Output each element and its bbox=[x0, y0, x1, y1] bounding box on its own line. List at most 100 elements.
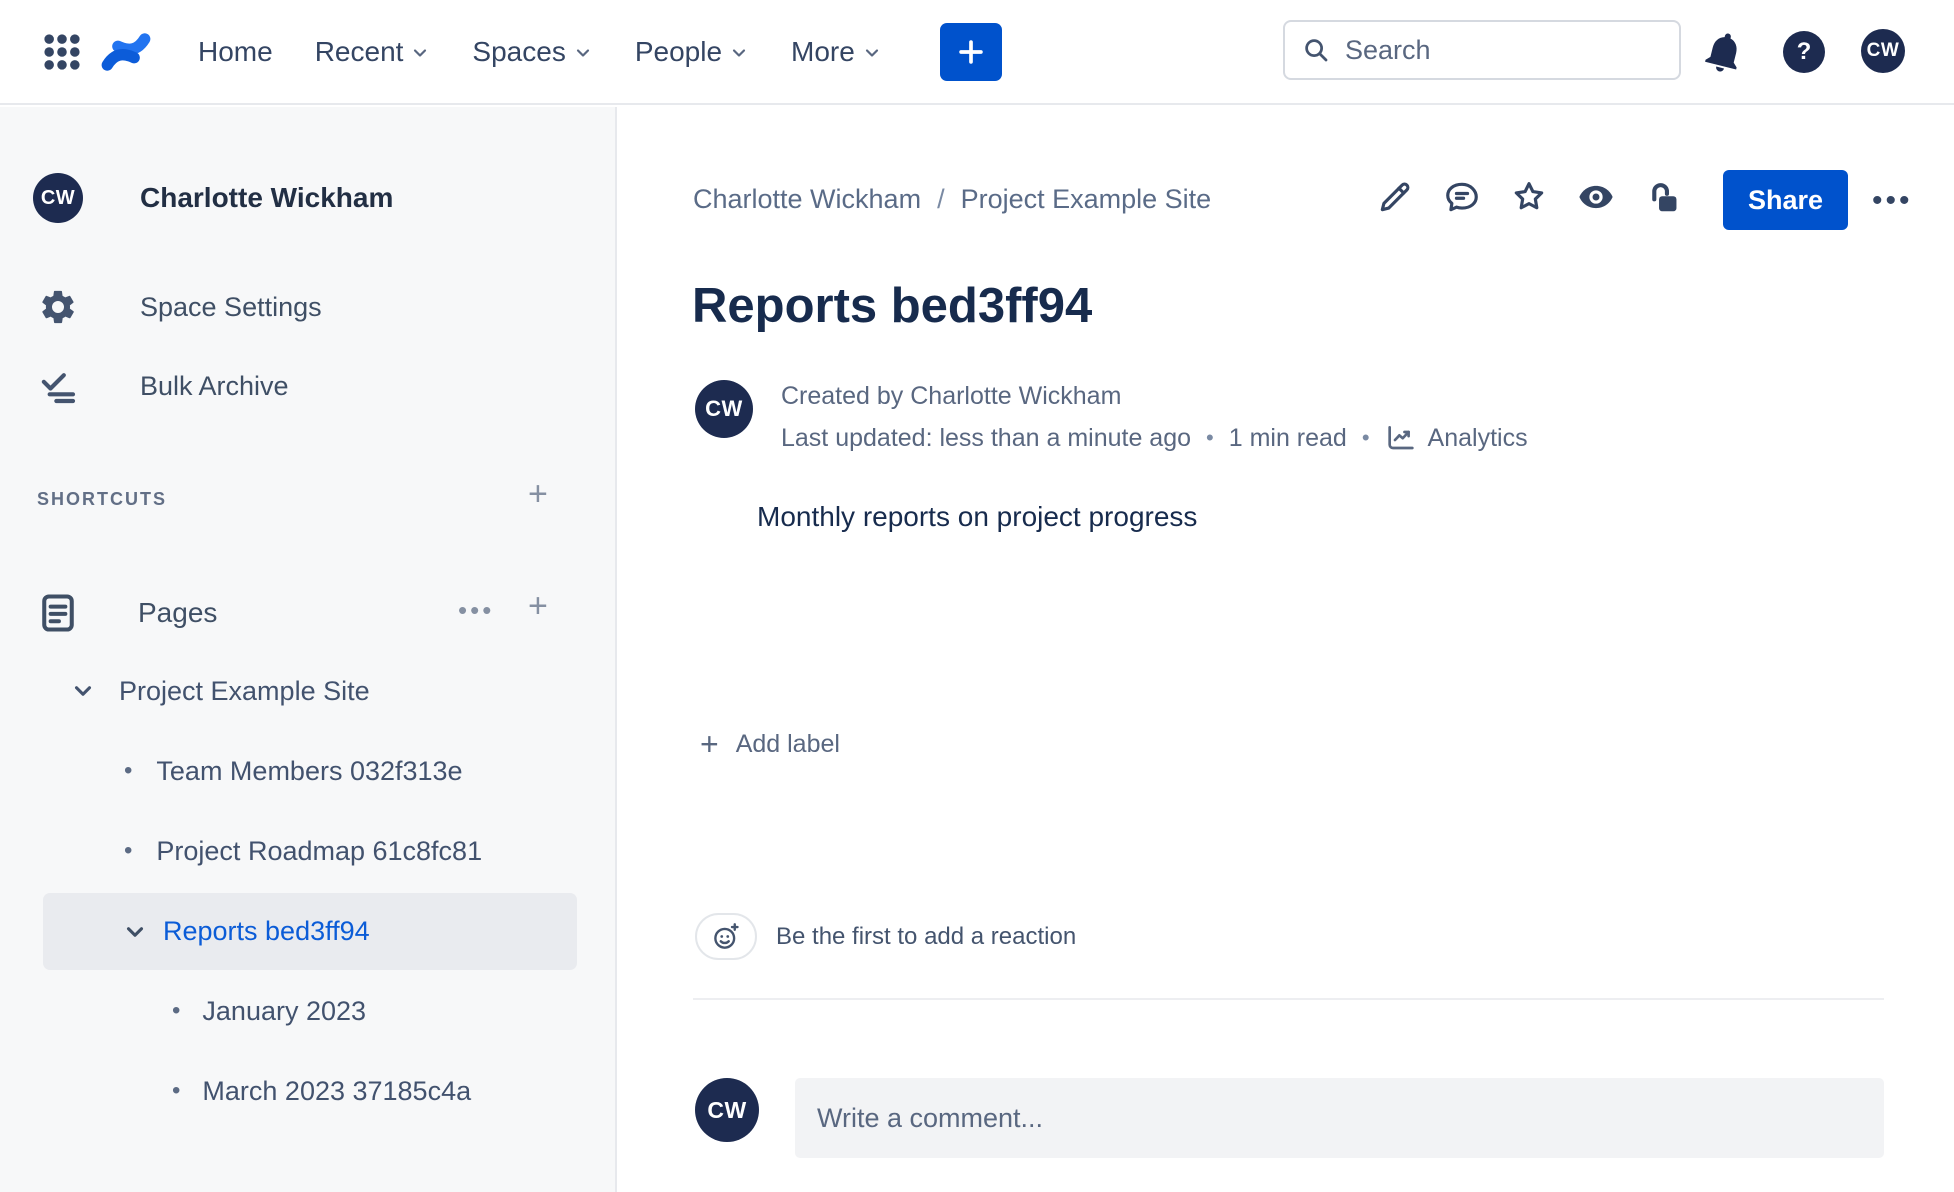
breadcrumb-separator: / bbox=[937, 184, 945, 214]
shortcuts-header-label: SHORTCUTS bbox=[37, 488, 167, 509]
space-settings-label: Space Settings bbox=[140, 291, 322, 322]
star-favorite-icon[interactable] bbox=[1510, 178, 1548, 216]
bullet-marker: • bbox=[172, 997, 181, 1024]
breadcrumb-space-link[interactable]: Charlotte Wickham bbox=[693, 184, 921, 215]
tree-item-project-example-site[interactable]: Project Example Site bbox=[0, 651, 617, 731]
nav-recent-label: Recent bbox=[314, 35, 404, 67]
chevron-down-icon bbox=[732, 49, 746, 57]
created-by-text[interactable]: Created by Charlotte Wickham bbox=[781, 382, 1528, 411]
byline-meta-row: Last updated: less than a minute ago • 1… bbox=[781, 422, 1528, 454]
commenter-avatar: CW bbox=[695, 1078, 759, 1142]
nav-people-label: People bbox=[634, 35, 723, 67]
read-time-text: 1 min read bbox=[1228, 423, 1347, 452]
breadcrumb-parent-link[interactable]: Project Example Site bbox=[961, 184, 1212, 215]
top-navigation-bar: Home Recent Spaces People More Search ? … bbox=[0, 0, 1954, 105]
app-switcher-button[interactable] bbox=[38, 28, 86, 76]
reactions-row: Be the first to add a reaction bbox=[695, 913, 1076, 960]
add-page-button[interactable]: + bbox=[528, 589, 548, 623]
tree-item-label: Project Example Site bbox=[119, 675, 370, 706]
byline-separator: • bbox=[1206, 425, 1214, 450]
gear-icon bbox=[42, 290, 74, 324]
space-name: Charlotte Wickham bbox=[140, 182, 394, 213]
comments-divider bbox=[693, 998, 1884, 1000]
nav-more[interactable]: More bbox=[791, 36, 882, 68]
help-button[interactable]: ? bbox=[1783, 31, 1825, 73]
chevron-down-icon bbox=[126, 926, 144, 937]
comment-placeholder: Write a comment... bbox=[817, 1102, 1044, 1133]
comment-bubble-icon[interactable] bbox=[1443, 178, 1481, 216]
space-sidebar: CW Charlotte Wickham Space Settings Bulk… bbox=[0, 107, 617, 1192]
tree-item-reports-selected[interactable]: Reports bed3ff94 bbox=[43, 893, 577, 970]
nav-more-label: More bbox=[791, 35, 855, 67]
sidebar-item-bulk-archive[interactable]: Bulk Archive bbox=[0, 358, 615, 414]
tree-item-label: March 2023 37185c4a bbox=[202, 1075, 472, 1106]
nav-home[interactable]: Home bbox=[198, 36, 273, 68]
page-body-text: Monthly reports on project progress bbox=[757, 501, 1198, 532]
app-grid-icon bbox=[44, 33, 80, 70]
tree-item-label: Project Roadmap 61c8fc81 bbox=[156, 835, 483, 866]
nav-recent[interactable]: Recent bbox=[315, 36, 431, 68]
last-updated-text[interactable]: Last updated: less than a minute ago bbox=[781, 424, 1191, 453]
bullet-marker: • bbox=[124, 837, 133, 864]
more-actions-button[interactable]: ••• bbox=[1872, 184, 1913, 218]
nav-people[interactable]: People bbox=[635, 36, 749, 68]
space-header[interactable]: CW Charlotte Wickham bbox=[0, 166, 615, 230]
analytics-link[interactable]: Analytics bbox=[1385, 422, 1528, 454]
nav-spaces-label: Spaces bbox=[472, 35, 566, 67]
tree-item-team-members[interactable]: • Team Members 032f313e bbox=[0, 731, 617, 811]
page-tree: Project Example Site • Team Members 032f… bbox=[0, 651, 617, 1131]
analytics-label: Analytics bbox=[1427, 423, 1528, 452]
primary-nav: Home Recent Spaces People More bbox=[198, 36, 882, 68]
page-actions bbox=[1376, 178, 1682, 216]
tree-item-project-roadmap[interactable]: • Project Roadmap 61c8fc81 bbox=[0, 811, 617, 891]
add-shortcut-button[interactable]: + bbox=[528, 477, 548, 511]
byline-text: Created by Charlotte Wickham Last update… bbox=[781, 380, 1528, 454]
pages-document-icon bbox=[42, 594, 74, 632]
search-placeholder: Search bbox=[1345, 34, 1431, 65]
confluence-logo-icon[interactable] bbox=[100, 26, 152, 78]
share-button[interactable]: Share bbox=[1723, 170, 1848, 230]
user-avatar[interactable]: CW bbox=[1861, 29, 1905, 73]
plus-icon: + bbox=[700, 726, 719, 762]
reaction-prompt-text: Be the first to add a reaction bbox=[776, 922, 1077, 950]
nav-spaces[interactable]: Spaces bbox=[472, 36, 592, 68]
chevron-down-icon bbox=[74, 686, 92, 696]
comment-input[interactable]: Write a comment... bbox=[795, 1078, 1884, 1158]
sidebar-item-space-settings[interactable]: Space Settings bbox=[0, 279, 615, 335]
add-reaction-button[interactable] bbox=[695, 913, 757, 960]
analytics-chart-icon bbox=[1387, 426, 1414, 450]
tree-item-march-2023[interactable]: • March 2023 37185c4a bbox=[0, 1051, 617, 1131]
author-avatar[interactable]: CW bbox=[695, 380, 753, 438]
create-button[interactable] bbox=[939, 22, 1002, 81]
tree-item-label: Team Members 032f313e bbox=[156, 755, 463, 786]
byline-separator: • bbox=[1361, 425, 1370, 450]
pages-section-header[interactable]: Pages ••• + bbox=[0, 585, 615, 641]
smiley-reaction-icon bbox=[714, 922, 739, 949]
tree-item-january-2023[interactable]: • January 2023 bbox=[0, 971, 617, 1051]
bullet-marker: • bbox=[172, 1077, 181, 1104]
chevron-down-icon bbox=[414, 49, 427, 57]
bulk-archive-icon bbox=[41, 373, 76, 404]
page-title: Reports bed3ff94 bbox=[692, 279, 1093, 333]
tree-item-label: Reports bed3ff94 bbox=[163, 916, 370, 946]
page-byline: CW Created by Charlotte Wickham Last upd… bbox=[695, 380, 1528, 454]
breadcrumb: Charlotte Wickham / Project Example Site bbox=[693, 184, 1211, 215]
watch-eye-icon[interactable] bbox=[1577, 178, 1615, 216]
nav-home-label: Home bbox=[198, 35, 273, 67]
notifications-bell-icon[interactable] bbox=[1695, 23, 1753, 81]
chevron-down-icon bbox=[576, 49, 589, 57]
confluence-app: Home Recent Spaces People More Search ? … bbox=[0, 0, 1954, 1192]
bulk-archive-label: Bulk Archive bbox=[140, 370, 289, 401]
search-input[interactable]: Search bbox=[1283, 20, 1681, 80]
pages-label: Pages bbox=[138, 597, 218, 628]
shortcuts-section-header: SHORTCUTS + bbox=[0, 477, 615, 519]
tree-item-label: January 2023 bbox=[202, 995, 367, 1026]
space-avatar: CW bbox=[33, 173, 83, 223]
edit-pencil-icon[interactable] bbox=[1376, 178, 1414, 216]
plus-icon bbox=[959, 39, 983, 64]
add-label-text: Add label bbox=[735, 729, 840, 758]
comment-composer: CW Write a comment... bbox=[695, 1078, 1884, 1158]
pages-more-button[interactable]: ••• bbox=[458, 595, 494, 626]
add-label-button[interactable]: + Add label bbox=[700, 728, 840, 760]
unlock-icon[interactable] bbox=[1644, 178, 1682, 216]
